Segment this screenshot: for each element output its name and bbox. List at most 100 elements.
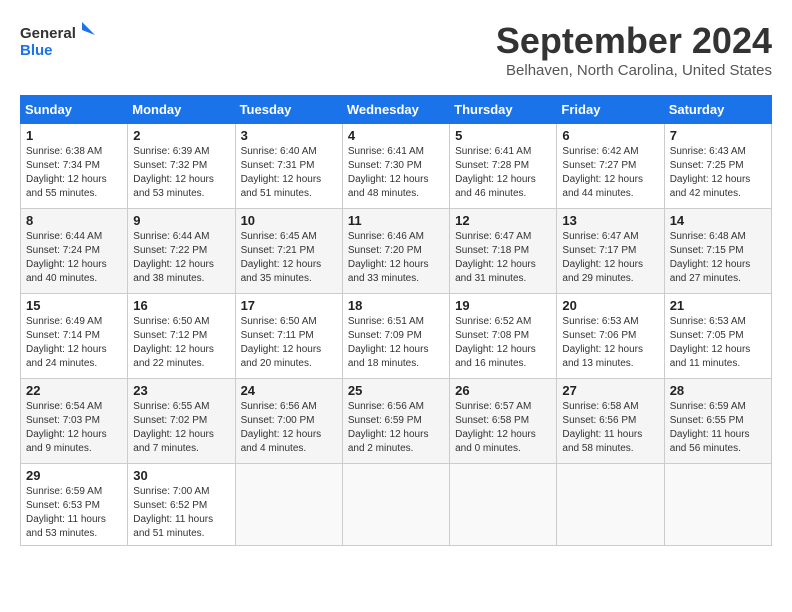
- calendar-day-cell: 29 Sunrise: 6:59 AMSunset: 6:53 PMDayligh…: [21, 464, 128, 546]
- day-info: Sunrise: 6:51 AMSunset: 7:09 PMDaylight:…: [348, 315, 444, 371]
- calendar-day-cell: 20Sunrise: 6:53 AMSunset: 7:06 PMDayligh…: [557, 294, 664, 379]
- location: Belhaven, North Carolina, United States: [496, 62, 772, 79]
- day-number: 9: [133, 213, 229, 228]
- day-info: Sunrise: 6:41 AMSunset: 7:28 PMDaylight:…: [455, 145, 551, 201]
- day-number: 5: [455, 128, 551, 143]
- day-number: 1: [26, 128, 122, 143]
- day-number: 28: [670, 383, 766, 398]
- calendar-day-cell: 1 Sunrise: 6:38 AMSunset: 7:34 PMDaylight…: [21, 124, 128, 209]
- weekday-header-tuesday: Tuesday: [235, 96, 342, 124]
- day-info: Sunrise: 6:59 AMSunset: 6:55 PMDaylight:…: [670, 400, 766, 456]
- day-info: Sunrise: 6:39 AMSunset: 7:32 PMDaylight:…: [133, 145, 229, 201]
- day-info: Sunrise: 6:40 AMSunset: 7:31 PMDaylight:…: [241, 145, 337, 201]
- weekday-header-thursday: Thursday: [450, 96, 557, 124]
- day-info: Sunrise: 6:45 AMSunset: 7:21 PMDaylight:…: [241, 230, 337, 286]
- day-number: 25: [348, 383, 444, 398]
- calendar-week-row: 8 Sunrise: 6:44 AMSunset: 7:24 PMDaylight…: [21, 209, 772, 294]
- day-number: 20: [562, 298, 658, 313]
- calendar-week-row: 22 Sunrise: 6:54 AMSunset: 7:03 PMDayligh…: [21, 379, 772, 464]
- weekday-header-saturday: Saturday: [664, 96, 771, 124]
- calendar-day-cell: 7 Sunrise: 6:43 AMSunset: 7:25 PMDaylight…: [664, 124, 771, 209]
- day-number: 2: [133, 128, 229, 143]
- day-number: 10: [241, 213, 337, 228]
- calendar-day-cell: 25 Sunrise: 6:56 AMSunset: 6:59 PMDayligh…: [342, 379, 449, 464]
- day-info: Sunrise: 6:53 AMSunset: 7:05 PMDaylight:…: [670, 315, 766, 371]
- day-number: 13: [562, 213, 658, 228]
- calendar-day-cell: [450, 464, 557, 546]
- calendar-day-cell: 2 Sunrise: 6:39 AMSunset: 7:32 PMDaylight…: [128, 124, 235, 209]
- day-number: 3: [241, 128, 337, 143]
- calendar-week-row: 1 Sunrise: 6:38 AMSunset: 7:34 PMDaylight…: [21, 124, 772, 209]
- calendar-week-row: 29 Sunrise: 6:59 AMSunset: 6:53 PMDayligh…: [21, 464, 772, 546]
- calendar-day-cell: 17 Sunrise: 6:50 AMSunset: 7:11 PMDayligh…: [235, 294, 342, 379]
- day-info: Sunrise: 6:43 AMSunset: 7:25 PMDaylight:…: [670, 145, 766, 201]
- calendar-day-cell: 18 Sunrise: 6:51 AMSunset: 7:09 PMDayligh…: [342, 294, 449, 379]
- day-number: 6: [562, 128, 658, 143]
- svg-text:Blue: Blue: [20, 42, 53, 59]
- day-info: Sunrise: 6:59 AMSunset: 6:53 PMDaylight:…: [26, 485, 122, 541]
- day-number: 15: [26, 298, 122, 313]
- day-info: Sunrise: 6:52 AMSunset: 7:08 PMDaylight:…: [455, 315, 551, 371]
- day-info: Sunrise: 6:55 AMSunset: 7:02 PMDaylight:…: [133, 400, 229, 456]
- calendar-day-cell: 8 Sunrise: 6:44 AMSunset: 7:24 PMDaylight…: [21, 209, 128, 294]
- calendar-day-cell: [342, 464, 449, 546]
- calendar-day-cell: 27Sunrise: 6:58 AMSunset: 6:56 PMDayligh…: [557, 379, 664, 464]
- day-number: 24: [241, 383, 337, 398]
- calendar-day-cell: 15 Sunrise: 6:49 AMSunset: 7:14 PMDayligh…: [21, 294, 128, 379]
- day-number: 16: [133, 298, 229, 313]
- calendar-day-cell: 4Sunrise: 6:41 AMSunset: 7:30 PMDaylight…: [342, 124, 449, 209]
- generalblue-logo: General Blue: [20, 20, 100, 65]
- title-block: September 2024 Belhaven, North Carolina,…: [496, 20, 772, 79]
- calendar-day-cell: [557, 464, 664, 546]
- day-number: 14: [670, 213, 766, 228]
- calendar-day-cell: 24 Sunrise: 6:56 AMSunset: 7:00 PMDayligh…: [235, 379, 342, 464]
- day-info: Sunrise: 6:48 AMSunset: 7:15 PMDaylight:…: [670, 230, 766, 286]
- calendar-week-row: 15 Sunrise: 6:49 AMSunset: 7:14 PMDayligh…: [21, 294, 772, 379]
- weekday-header-row: SundayMondayTuesdayWednesdayThursdayFrid…: [21, 96, 772, 124]
- calendar-day-cell: 13 Sunrise: 6:47 AMSunset: 7:17 PMDayligh…: [557, 209, 664, 294]
- day-number: 26: [455, 383, 551, 398]
- day-number: 19: [455, 298, 551, 313]
- day-number: 7: [670, 128, 766, 143]
- calendar-day-cell: 9 Sunrise: 6:44 AMSunset: 7:22 PMDaylight…: [128, 209, 235, 294]
- day-info: Sunrise: 6:46 AMSunset: 7:20 PMDaylight:…: [348, 230, 444, 286]
- day-info: Sunrise: 6:56 AMSunset: 7:00 PMDaylight:…: [241, 400, 337, 456]
- day-info: Sunrise: 6:56 AMSunset: 6:59 PMDaylight:…: [348, 400, 444, 456]
- weekday-header-wednesday: Wednesday: [342, 96, 449, 124]
- day-number: 18: [348, 298, 444, 313]
- calendar-day-cell: 5 Sunrise: 6:41 AMSunset: 7:28 PMDaylight…: [450, 124, 557, 209]
- day-info: Sunrise: 6:50 AMSunset: 7:11 PMDaylight:…: [241, 315, 337, 371]
- weekday-header-sunday: Sunday: [21, 96, 128, 124]
- day-number: 21: [670, 298, 766, 313]
- day-info: Sunrise: 6:58 AMSunset: 6:56 PMDaylight:…: [562, 400, 658, 456]
- day-info: Sunrise: 6:54 AMSunset: 7:03 PMDaylight:…: [26, 400, 122, 456]
- day-number: 29: [26, 468, 122, 483]
- month-title: September 2024: [496, 20, 772, 62]
- calendar-day-cell: 23 Sunrise: 6:55 AMSunset: 7:02 PMDayligh…: [128, 379, 235, 464]
- calendar-day-cell: 22 Sunrise: 6:54 AMSunset: 7:03 PMDayligh…: [21, 379, 128, 464]
- day-info: Sunrise: 6:44 AMSunset: 7:22 PMDaylight:…: [133, 230, 229, 286]
- calendar-table: SundayMondayTuesdayWednesdayThursdayFrid…: [20, 95, 772, 546]
- day-number: 8: [26, 213, 122, 228]
- day-info: Sunrise: 6:44 AMSunset: 7:24 PMDaylight:…: [26, 230, 122, 286]
- day-info: Sunrise: 7:00 AMSunset: 6:52 PMDaylight:…: [133, 485, 229, 541]
- calendar-day-cell: 19 Sunrise: 6:52 AMSunset: 7:08 PMDayligh…: [450, 294, 557, 379]
- day-info: Sunrise: 6:47 AMSunset: 7:18 PMDaylight:…: [455, 230, 551, 286]
- calendar-day-cell: 6 Sunrise: 6:42 AMSunset: 7:27 PMDaylight…: [557, 124, 664, 209]
- day-info: Sunrise: 6:47 AMSunset: 7:17 PMDaylight:…: [562, 230, 658, 286]
- calendar-day-cell: 12Sunrise: 6:47 AMSunset: 7:18 PMDayligh…: [450, 209, 557, 294]
- calendar-day-cell: 11Sunrise: 6:46 AMSunset: 7:20 PMDayligh…: [342, 209, 449, 294]
- page-header: General Blue September 2024 Belhaven, No…: [20, 20, 772, 79]
- day-info: Sunrise: 6:50 AMSunset: 7:12 PMDaylight:…: [133, 315, 229, 371]
- day-info: Sunrise: 6:49 AMSunset: 7:14 PMDaylight:…: [26, 315, 122, 371]
- day-number: 4: [348, 128, 444, 143]
- calendar-day-cell: 10 Sunrise: 6:45 AMSunset: 7:21 PMDayligh…: [235, 209, 342, 294]
- day-number: 30: [133, 468, 229, 483]
- calendar-day-cell: 14 Sunrise: 6:48 AMSunset: 7:15 PMDayligh…: [664, 209, 771, 294]
- day-info: Sunrise: 6:38 AMSunset: 7:34 PMDaylight:…: [26, 145, 122, 201]
- day-number: 22: [26, 383, 122, 398]
- day-info: Sunrise: 6:42 AMSunset: 7:27 PMDaylight:…: [562, 145, 658, 201]
- day-number: 17: [241, 298, 337, 313]
- day-number: 23: [133, 383, 229, 398]
- weekday-header-monday: Monday: [128, 96, 235, 124]
